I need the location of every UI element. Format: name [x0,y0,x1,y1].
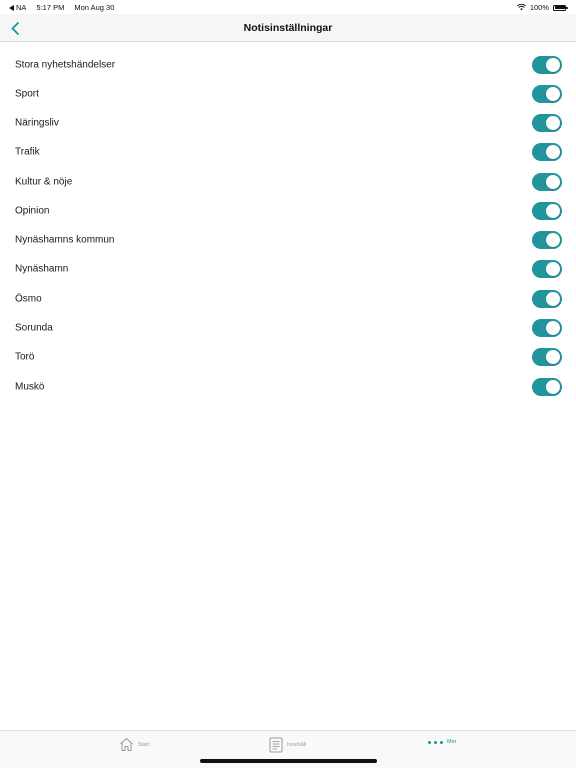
status-left: NA 5:17 PM Mon Aug 30 [9,3,114,12]
setting-row-opinion: Opinion [0,196,576,225]
setting-label: Näringsliv [15,117,59,129]
toggle-switch[interactable] [532,84,562,103]
setting-row-osmo: Ösmo [0,284,576,313]
setting-row-sorunda: Sorunda [0,313,576,342]
toggle-switch[interactable] [532,377,562,396]
tab-mer-label: Mer [447,739,457,745]
navigation-bar: Notisinställningar [0,14,576,42]
tab-start-label: Start [138,741,150,748]
toggle-switch[interactable] [532,260,562,279]
tab-mer[interactable]: Mer [428,739,456,745]
setting-row-stora-nyhetshandelser: Stora nyhetshändelser [0,50,576,79]
status-bar: NA 5:17 PM Mon Aug 30 100% [0,0,576,14]
wifi-icon [516,4,526,11]
status-time: 5:17 PM [36,3,65,12]
document-list-icon [269,737,283,753]
home-icon [120,738,133,751]
setting-row-naringsliv: Näringsliv [0,109,576,138]
status-date: Mon Aug 30 [74,3,115,12]
tab-innehall-label: Innehåll [287,742,307,748]
toggle-knob [546,233,560,248]
back-app-label: NA [16,3,27,12]
toggle-knob [546,350,560,365]
home-indicator [200,759,377,763]
toggle-knob [546,174,560,189]
setting-label: Ösmo [15,293,42,305]
toggle-switch[interactable] [532,348,562,367]
back-triangle-icon [9,4,14,11]
toggle-knob [546,291,560,306]
toggle-knob [546,116,560,131]
setting-row-toro: Torö [0,343,576,372]
toggle-knob [546,145,560,160]
tab-innehall[interactable]: Innehåll [269,737,306,753]
status-right: 100% [516,3,568,12]
notification-settings-list: Stora nyhetshändelser Sport Näringsliv T… [0,50,576,401]
toggle-knob [546,86,560,101]
setting-label: Stora nyhetshändelser [15,59,116,71]
tab-start[interactable]: Start [119,737,150,752]
setting-label: Trafik [15,146,40,158]
setting-label: Muskö [15,381,45,393]
setting-row-musko: Muskö [0,372,576,401]
setting-row-trafik: Trafik [0,138,576,167]
back-to-app[interactable]: NA [9,3,26,12]
setting-row-nynashamns-kommun: Nynäshamns kommun [0,226,576,255]
setting-row-sport: Sport [0,79,576,108]
toggle-switch[interactable] [532,55,562,74]
page-title: Notisinställningar [243,22,333,34]
setting-label: Opinion [15,205,50,217]
toggle-switch[interactable] [532,289,562,308]
toggle-switch[interactable] [532,114,562,133]
toggle-switch[interactable] [532,172,562,191]
setting-label: Kultur & nöje [15,176,73,188]
setting-row-nynashamn: Nynäshamn [0,255,576,284]
toggle-switch[interactable] [532,201,562,220]
toggle-knob [546,57,560,72]
toggle-switch[interactable] [532,231,562,250]
toggle-switch[interactable] [532,143,562,162]
setting-label: Nynäshamn [15,263,69,275]
toggle-knob [546,203,560,218]
setting-label: Sorunda [15,322,53,334]
toggle-switch[interactable] [532,319,562,338]
more-dots-icon [428,740,443,744]
toggle-knob [546,379,560,394]
setting-label: Torö [15,351,35,363]
setting-label: Nynäshamns kommun [15,234,115,246]
battery-icon [553,4,568,11]
setting-label: Sport [15,88,39,100]
toggle-knob [546,262,560,277]
toggle-knob [546,321,560,336]
battery-percent: 100% [529,3,549,12]
setting-row-kultur-noje: Kultur & nöje [0,167,576,196]
